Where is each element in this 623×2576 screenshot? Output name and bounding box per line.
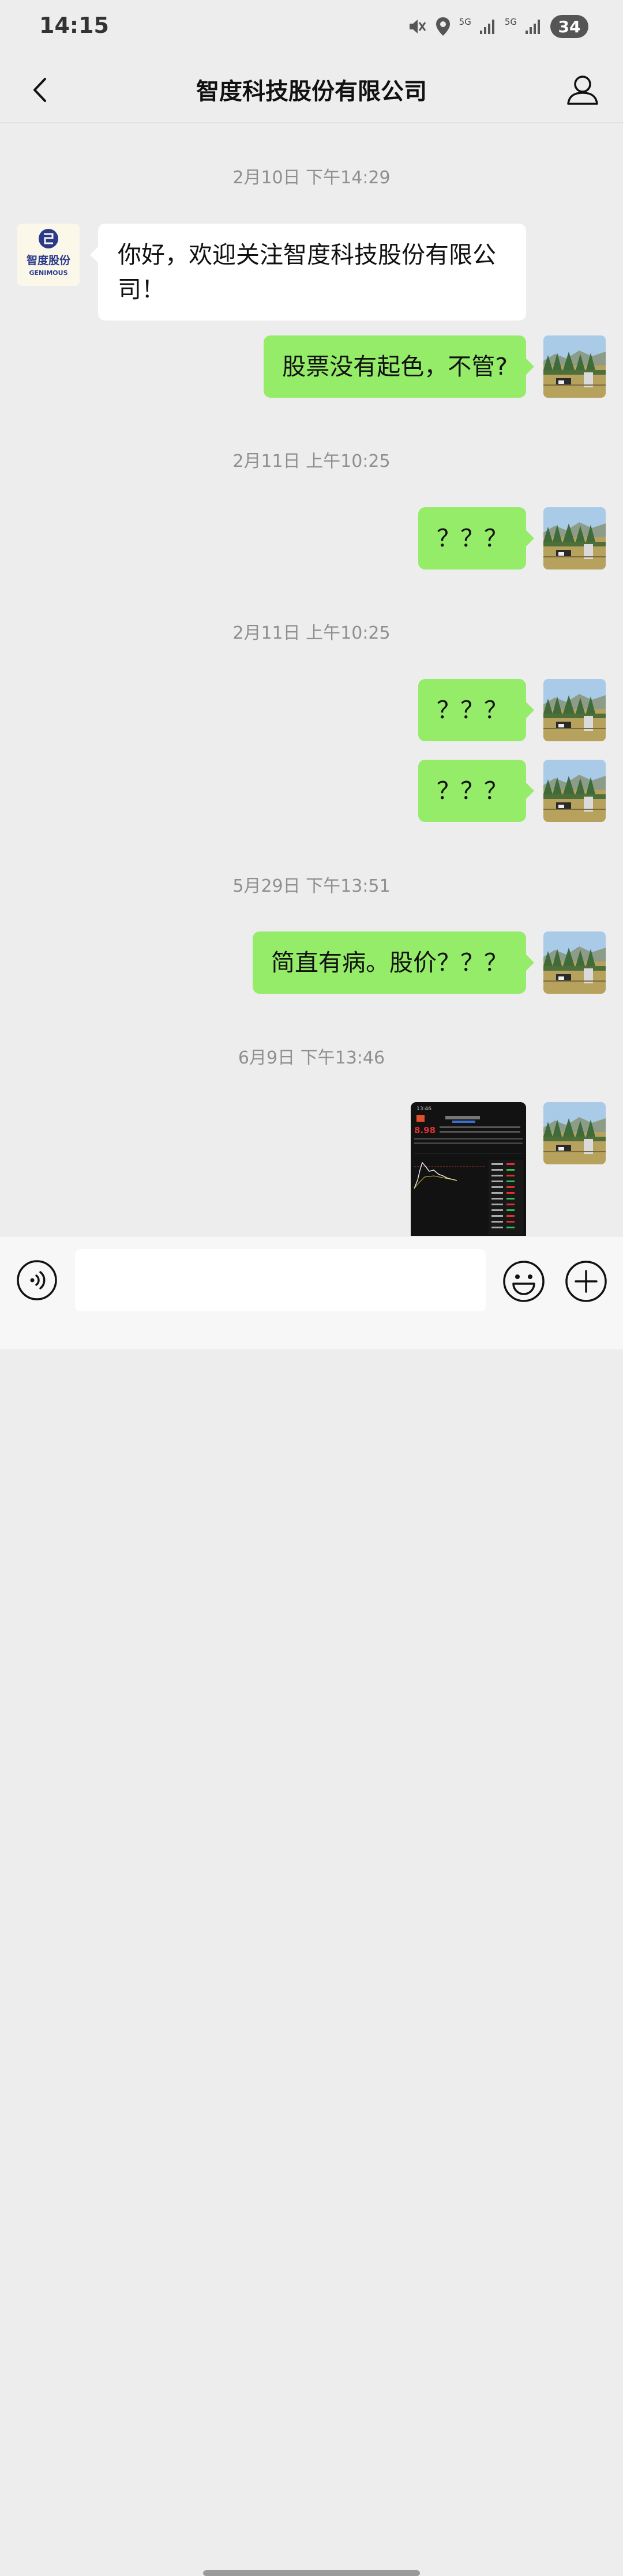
outgoing-message-bubble[interactable]: 股票没有起色，不管? bbox=[264, 335, 534, 398]
outgoing-message-bubble[interactable]: ？？？ bbox=[418, 679, 534, 741]
chevron-left-icon bbox=[33, 78, 46, 102]
message-timestamp: 6月9日 下午13:46 bbox=[238, 1048, 385, 1068]
signal-icon bbox=[525, 18, 542, 35]
mute-icon bbox=[407, 17, 427, 36]
outgoing-message-bubble[interactable]: ？？？ bbox=[418, 507, 534, 569]
battery-icon: 34 bbox=[550, 15, 588, 38]
voice-icon bbox=[17, 1260, 57, 1300]
company-logo: 智度股份 GENIMOUS bbox=[27, 229, 71, 277]
logo-subtext: GENIMOUS bbox=[29, 269, 68, 277]
logo-text: 智度股份 bbox=[27, 254, 71, 267]
landscape-avatar-image bbox=[543, 931, 606, 994]
location-icon bbox=[435, 16, 451, 37]
network-label-2: 5G bbox=[504, 16, 517, 27]
landscape-avatar-image bbox=[543, 335, 606, 398]
incoming-message-bubble[interactable]: 你好，欢迎关注智度科技股份有限公司！ bbox=[90, 224, 526, 320]
chat-title: 智度科技股份有限公司 bbox=[196, 78, 427, 105]
user-avatar[interactable] bbox=[543, 1102, 606, 1164]
user-icon bbox=[567, 76, 598, 105]
emoji-button[interactable] bbox=[502, 1259, 546, 1303]
plus-icon bbox=[565, 1261, 607, 1302]
chat-header: 智度科技股份有限公司 bbox=[0, 55, 623, 123]
outgoing-message-bubble[interactable]: ？？？ bbox=[418, 760, 534, 822]
message-timestamp: 5月29日 下午13:51 bbox=[232, 876, 391, 896]
user-avatar[interactable] bbox=[543, 760, 606, 822]
network-label-1: 5G bbox=[459, 16, 471, 27]
home-indicator[interactable] bbox=[203, 2570, 420, 2576]
message-timestamp: 2月11日 上午10:25 bbox=[232, 623, 391, 643]
user-avatar[interactable] bbox=[543, 679, 606, 741]
user-avatar[interactable] bbox=[543, 931, 606, 994]
more-actions-button[interactable] bbox=[564, 1259, 608, 1303]
landscape-avatar-image bbox=[543, 507, 606, 569]
landscape-avatar-image bbox=[543, 760, 606, 822]
image-message[interactable]: 13:46 8.98 bbox=[411, 1102, 526, 1237]
outgoing-message-bubble[interactable]: 简直有病。股价？？？ bbox=[253, 931, 534, 994]
status-time: 14:15 bbox=[39, 13, 109, 38]
message-timestamp: 2月11日 上午10:25 bbox=[232, 451, 391, 472]
voice-button[interactable] bbox=[16, 1259, 58, 1301]
header-divider bbox=[0, 122, 623, 123]
emoji-icon bbox=[503, 1261, 545, 1302]
thumbnail-clock: 13:46 bbox=[416, 1106, 431, 1112]
profile-button[interactable] bbox=[560, 67, 606, 113]
company-avatar[interactable]: 智度股份 GENIMOUS bbox=[17, 224, 80, 286]
message-input-bar bbox=[0, 1236, 623, 2576]
landscape-avatar-image bbox=[543, 679, 606, 741]
signal-icon bbox=[479, 18, 497, 35]
back-button[interactable] bbox=[17, 67, 63, 113]
status-icons: 5G 5G 34 bbox=[407, 15, 588, 38]
user-avatar[interactable] bbox=[543, 335, 606, 398]
stock-app-screenshot-thumbnail: 13:46 8.98 bbox=[411, 1102, 526, 1237]
message-timestamp: 2月10日 下午14:29 bbox=[232, 168, 391, 188]
user-avatar[interactable] bbox=[543, 507, 606, 569]
status-bar: 14:15 5G 5G 34 bbox=[0, 0, 623, 55]
message-text-input[interactable] bbox=[75, 1249, 486, 1311]
landscape-avatar-image bbox=[543, 1102, 606, 1164]
thumbnail-price: 8.98 bbox=[414, 1125, 436, 1136]
